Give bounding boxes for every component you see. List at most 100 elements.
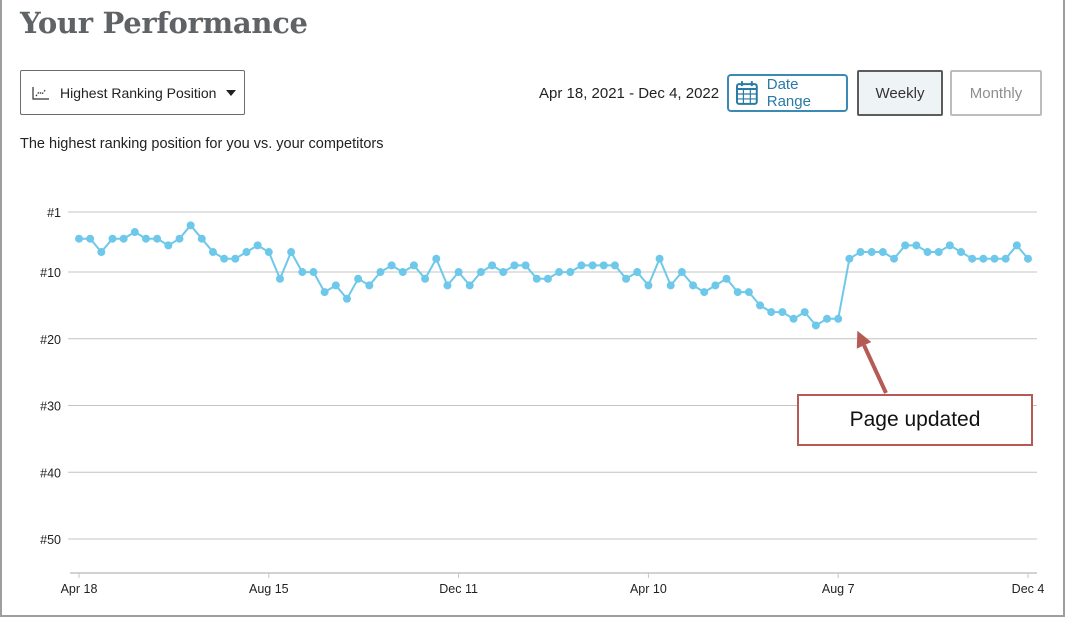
data-point: [633, 268, 642, 277]
data-point: [823, 314, 832, 323]
data-point: [532, 274, 541, 283]
x-tick-label: Aug 7: [822, 582, 855, 596]
data-point: [153, 234, 162, 243]
data-point: [543, 274, 552, 283]
data-point: [242, 248, 251, 257]
data-point: [878, 248, 887, 257]
data-point: [342, 294, 351, 303]
data-point: [175, 234, 184, 243]
ranking-chart: #1 #10 #20 #30 #40 #50 Apr 18 Aug 15 Dec 11 Apr …: [40, 206, 1044, 596]
data-point: [979, 254, 988, 263]
data-point: [677, 268, 686, 277]
data-point: [365, 281, 374, 290]
data-point: [253, 241, 262, 250]
x-tick-label: Apr 10: [630, 582, 667, 596]
data-point: [733, 288, 742, 297]
data-point: [331, 281, 340, 290]
data-point: [376, 268, 385, 277]
data-point: [521, 261, 530, 270]
data-point: [566, 268, 575, 277]
data-point: [666, 281, 675, 290]
data-point: [287, 248, 296, 257]
data-point: [901, 241, 910, 250]
data-point: [354, 274, 363, 283]
data-point: [555, 268, 564, 277]
data-point: [264, 248, 273, 257]
data-point: [867, 248, 876, 257]
data-point: [476, 268, 485, 277]
data-point: [599, 261, 608, 270]
data-point: [610, 261, 619, 270]
data-point: [923, 248, 932, 257]
data-point: [409, 261, 418, 270]
data-point: [186, 221, 195, 230]
data-point: [398, 268, 407, 277]
data-point: [86, 234, 95, 243]
data-point: [890, 254, 899, 263]
y-tick-label: #50: [40, 533, 61, 547]
data-point: [577, 261, 586, 270]
data-point: [231, 254, 240, 263]
data-point: [789, 314, 798, 323]
data-point: [75, 234, 83, 243]
data-point: [488, 261, 497, 270]
data-point: [164, 241, 173, 250]
data-point: [275, 274, 284, 283]
data-point: [432, 254, 441, 263]
y-tick-label: #40: [40, 466, 61, 480]
x-tick-label: Aug 15: [249, 582, 289, 596]
x-tick-label: Dec 11: [439, 582, 478, 596]
data-point: [387, 261, 396, 270]
data-point: [778, 308, 787, 317]
data-point: [689, 281, 698, 290]
data-point: [800, 308, 809, 317]
series-line: [79, 224, 1029, 327]
data-point: [655, 254, 664, 263]
data-point: [1012, 241, 1021, 250]
data-point: [990, 254, 999, 263]
y-tick-label: #1: [47, 206, 61, 220]
data-point: [141, 234, 150, 243]
y-tick-label: #30: [40, 400, 61, 414]
data-point: [622, 274, 631, 283]
data-point: [845, 254, 854, 263]
data-point: [756, 301, 765, 310]
data-point: [421, 274, 430, 283]
annotation-page-updated: Page updated: [797, 394, 1033, 446]
data-point: [309, 268, 318, 277]
x-tick-label: Apr 18: [61, 582, 98, 596]
data-point: [1001, 254, 1010, 263]
data-point: [130, 228, 139, 237]
data-point: [834, 314, 843, 323]
data-point: [811, 321, 820, 330]
data-point: [320, 288, 329, 297]
data-point: [97, 248, 106, 257]
data-point: [744, 288, 753, 297]
data-point: [588, 261, 597, 270]
data-point: [856, 248, 865, 257]
data-point: [119, 234, 128, 243]
annotation-arrow-shaft: [862, 344, 888, 394]
y-tick-label: #20: [40, 333, 61, 347]
data-point: [957, 248, 966, 257]
data-point: [208, 248, 217, 257]
data-point: [454, 268, 463, 277]
data-point: [968, 254, 977, 263]
data-point: [465, 281, 474, 290]
data-point: [298, 268, 307, 277]
data-point: [1024, 254, 1032, 263]
y-tick-label: #10: [40, 266, 61, 280]
data-point: [722, 274, 731, 283]
data-point: [700, 288, 709, 297]
data-point: [108, 234, 117, 243]
data-point: [767, 308, 776, 317]
data-point: [197, 234, 206, 243]
data-point: [644, 281, 653, 290]
data-point: [220, 254, 229, 263]
data-point: [499, 268, 508, 277]
data-point: [912, 241, 921, 250]
data-point: [711, 281, 720, 290]
data-point: [934, 248, 943, 257]
data-point: [510, 261, 519, 270]
data-point: [945, 241, 954, 250]
